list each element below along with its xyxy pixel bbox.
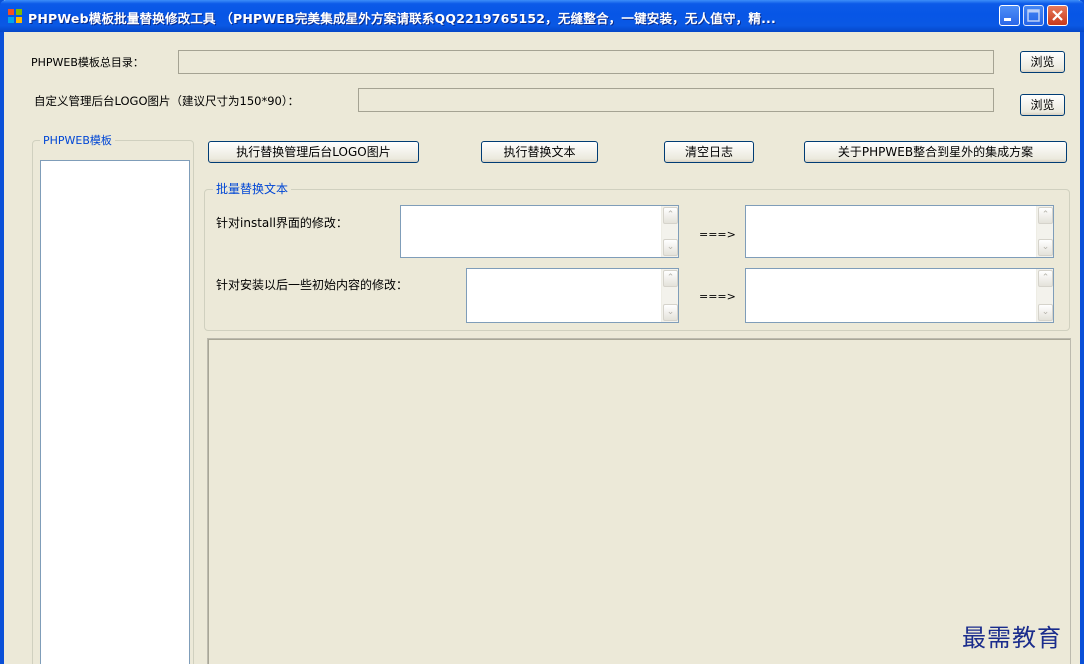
scroll-down-icon[interactable]: ⌄ (663, 239, 678, 256)
scroll-up-icon[interactable]: ⌃ (663, 207, 678, 224)
close-icon (1052, 10, 1063, 21)
content-target-textarea[interactable]: ⌃ ⌄ (745, 268, 1054, 323)
maximize-icon (1027, 9, 1040, 22)
replace-logo-button[interactable]: 执行替换管理后台LOGO图片 (208, 141, 419, 163)
install-target-scrollbar[interactable]: ⌃ ⌄ (1036, 206, 1053, 257)
content-target-scrollbar[interactable]: ⌃ ⌄ (1036, 269, 1053, 322)
template-dir-label: PHPWEB模板总目录： (31, 56, 144, 69)
batch-replace-title: 批量替换文本 (213, 180, 292, 197)
scroll-down-icon[interactable]: ⌄ (1038, 304, 1053, 321)
replace-text-button[interactable]: 执行替换文本 (481, 141, 598, 163)
scroll-up-icon[interactable]: ⌃ (1038, 207, 1053, 224)
template-list[interactable] (40, 160, 190, 664)
minimize-button[interactable] (999, 5, 1020, 26)
scroll-up-icon[interactable]: ⌃ (663, 270, 678, 287)
app-window: PHPWeb模板批量替换修改工具 （PHPWEB完美集成星外方案请联系QQ221… (0, 0, 1084, 664)
log-area[interactable] (207, 338, 1071, 664)
title-bar[interactable]: PHPWeb模板批量替换修改工具 （PHPWEB完美集成星外方案请联系QQ221… (0, 0, 1084, 32)
maximize-button[interactable] (1023, 5, 1044, 26)
browse-template-dir-button[interactable]: 浏览 (1020, 51, 1065, 73)
minimize-icon (1004, 18, 1011, 21)
window-title: PHPWeb模板批量替换修改工具 （PHPWEB完美集成星外方案请联系QQ221… (28, 11, 776, 26)
template-dir-field[interactable] (178, 50, 994, 74)
install-arrow: ===> (699, 228, 736, 241)
install-label: 针对install界面的修改： (216, 216, 348, 230)
about-button[interactable]: 关于PHPWEB整合到星外的集成方案 (804, 141, 1067, 163)
scroll-up-icon[interactable]: ⌃ (1038, 270, 1053, 287)
content-source-scrollbar[interactable]: ⌃ ⌄ (661, 269, 678, 322)
clear-log-button[interactable]: 清空日志 (664, 141, 754, 163)
logo-field[interactable] (358, 88, 994, 112)
close-button[interactable] (1047, 5, 1068, 26)
watermark-text: 最需教育 (962, 624, 1062, 652)
scroll-down-icon[interactable]: ⌄ (663, 304, 678, 321)
install-target-textarea[interactable]: ⌃ ⌄ (745, 205, 1054, 258)
install-source-textarea[interactable]: ⌃ ⌄ (400, 205, 679, 258)
install-source-scrollbar[interactable]: ⌃ ⌄ (661, 206, 678, 257)
browse-logo-button[interactable]: 浏览 (1020, 94, 1065, 116)
scroll-down-icon[interactable]: ⌄ (1038, 239, 1053, 256)
app-icon (8, 9, 22, 23)
logo-label: 自定义管理后台LOGO图片（建议尺寸为150*90）： (34, 94, 300, 108)
content-source-textarea[interactable]: ⌃ ⌄ (466, 268, 679, 323)
content-label: 针对安装以后一些初始内容的修改： (216, 278, 409, 292)
template-group-title: PHPWEB模板 (40, 132, 115, 148)
content-arrow: ===> (699, 290, 736, 303)
